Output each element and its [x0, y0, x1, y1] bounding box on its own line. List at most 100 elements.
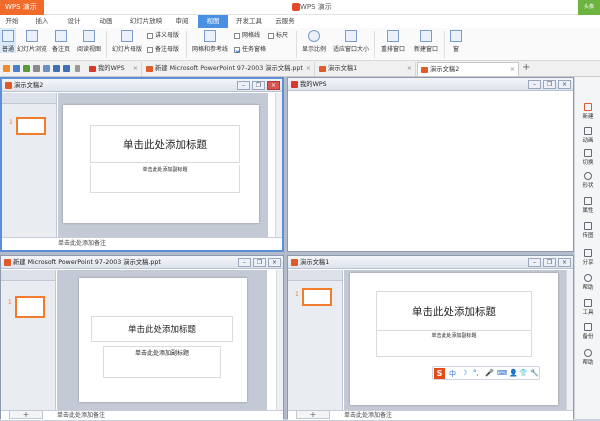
slide-canvas[interactable]: 单击此处添加标题 单击此处添加副标题: [63, 105, 259, 223]
close-button[interactable]: ×: [558, 258, 571, 267]
redo-icon[interactable]: [63, 65, 70, 72]
notes-master-button[interactable]: 备注母版: [147, 45, 179, 55]
notes-page-button[interactable]: 备注页: [50, 28, 72, 53]
vertical-scrollbar[interactable]: [276, 270, 283, 410]
subtitle-placeholder[interactable]: 单击此处添加副标题: [376, 331, 532, 357]
sidebar-upload-image[interactable]: 传图: [575, 222, 600, 239]
tab-insert[interactable]: 插入: [30, 15, 54, 28]
title-placeholder[interactable]: 单击此处添加标题: [90, 125, 240, 163]
normal-view-button[interactable]: 普通: [0, 28, 16, 53]
close-button[interactable]: ×: [268, 258, 281, 267]
tab-presentation-2[interactable]: 演示文稿2 ×: [417, 62, 519, 76]
restore-button[interactable]: ❐: [543, 80, 556, 89]
customize-toolbar-icon[interactable]: [75, 65, 80, 72]
close-button[interactable]: ×: [267, 81, 280, 90]
tab-developer[interactable]: 开发工具: [232, 15, 266, 28]
slide-sorter-button[interactable]: 幻灯片浏览: [17, 28, 47, 53]
subtitle-placeholder[interactable]: 单击此处添加副标题: [103, 346, 221, 378]
restore-button[interactable]: ❐: [543, 258, 556, 267]
minimize-button[interactable]: –: [528, 80, 541, 89]
new-tab-button[interactable]: +: [522, 62, 530, 73]
window-presentation-2[interactable]: 演示文稿2 – ❐ × 1 + 单击此处添加标题 单击此处添加副标题 单击此处添…: [0, 77, 284, 252]
vertical-scrollbar[interactable]: [275, 93, 282, 237]
gridlines-checkbox[interactable]: 网格线: [234, 31, 260, 41]
open-icon[interactable]: [3, 65, 10, 72]
slide-canvas[interactable]: 单击此处添加标题 单击此处添加副标题: [350, 273, 558, 405]
sidebar-share[interactable]: 分享: [575, 249, 600, 266]
format-painter-icon[interactable]: [43, 65, 50, 72]
tab-review[interactable]: 审阅: [170, 15, 194, 28]
window-presentation-1[interactable]: 演示文稿1 – ❐ × 1 单击此处添加标题 单击此处添加副标题 单击此处添加备…: [287, 255, 574, 420]
tab-slideshow[interactable]: 幻灯片放映: [126, 15, 166, 28]
tab-my-wps[interactable]: 我的WPS ×: [86, 62, 142, 76]
print-icon[interactable]: [23, 65, 30, 72]
sidebar-help[interactable]: 帮助: [575, 349, 600, 366]
sogou-logo-icon[interactable]: S: [434, 368, 445, 379]
vertical-scrollbar[interactable]: [566, 270, 573, 410]
punctuation-icon[interactable]: °,: [473, 369, 479, 377]
fit-window-button[interactable]: 适应窗口大小: [330, 28, 372, 53]
minimize-button[interactable]: –: [528, 258, 541, 267]
window-ppt-2003[interactable]: 新建 Microsoft PowerPoint 97-2003 演示文稿.ppt…: [0, 255, 284, 420]
undo-icon[interactable]: [53, 65, 60, 72]
minimize-button[interactable]: –: [237, 81, 250, 90]
sidebar-shapes[interactable]: 形状: [575, 172, 600, 189]
restore-button[interactable]: ❐: [252, 81, 265, 90]
chinese-mode-icon[interactable]: 中: [449, 369, 456, 379]
sidebar-properties[interactable]: 属性: [575, 197, 600, 214]
sidebar-animation[interactable]: 动画: [575, 127, 600, 144]
slide-canvas[interactable]: 单击此处添加标题 单击此处添加副标题: [79, 278, 247, 402]
sidebar-tools[interactable]: 工具: [575, 299, 600, 316]
sidebar-backup[interactable]: 备份: [575, 323, 600, 340]
add-slide-button[interactable]: +: [296, 410, 330, 419]
reading-view-button[interactable]: 阅读视图: [75, 28, 103, 53]
taskpane-checkbox[interactable]: 任务窗格: [234, 45, 266, 55]
moon-icon[interactable]: ☽: [461, 369, 467, 377]
zoom-button[interactable]: 显示比例: [299, 28, 329, 53]
tab-home[interactable]: 开始: [0, 15, 24, 28]
close-icon[interactable]: ×: [510, 63, 515, 76]
user-icon[interactable]: 👤: [509, 369, 518, 377]
new-window-button[interactable]: 新建窗口: [410, 28, 442, 53]
ruler-checkbox[interactable]: 标尺: [268, 31, 288, 41]
notes-area[interactable]: 单击此处添加备注: [2, 237, 282, 249]
subtitle-placeholder[interactable]: 单击此处添加副标题: [90, 165, 240, 193]
add-slide-button[interactable]: +: [9, 410, 43, 419]
microphone-icon[interactable]: 🎤: [485, 369, 494, 377]
sidebar-help-tips[interactable]: 帮助: [575, 274, 600, 291]
save-icon[interactable]: [13, 65, 20, 72]
slide-thumbnail[interactable]: [302, 288, 332, 306]
sidebar-transition[interactable]: 切换: [575, 149, 600, 166]
ime-toolbar[interactable]: S 中 ☽ °, 🎤 ⌨ 👤 👕 🔧: [432, 366, 540, 380]
title-placeholder[interactable]: 单击此处添加标题: [376, 291, 532, 331]
skin-icon[interactable]: 👕: [519, 369, 528, 377]
restore-button[interactable]: ❐: [253, 258, 266, 267]
close-icon[interactable]: ×: [407, 62, 412, 76]
preview-icon[interactable]: [33, 65, 40, 72]
sidebar-new[interactable]: 新建: [575, 103, 600, 120]
slide-thumbnail[interactable]: [16, 117, 46, 135]
settings-icon[interactable]: 🔧: [530, 369, 539, 377]
app-menu-button[interactable]: WPS 演示: [0, 0, 44, 15]
close-icon[interactable]: ×: [133, 62, 138, 76]
slide-editor: 单击此处添加标题 单击此处添加副标题: [344, 270, 566, 410]
tab-view[interactable]: 视图: [198, 15, 228, 28]
tab-animation[interactable]: 动画: [94, 15, 118, 28]
grid-guides-button[interactable]: 网格和参考线: [190, 28, 230, 53]
keyboard-icon[interactable]: ⌨: [497, 369, 507, 377]
slide-thumbnail[interactable]: [15, 296, 45, 318]
tab-cloud[interactable]: 云服务: [270, 15, 300, 28]
close-icon[interactable]: ×: [306, 62, 311, 76]
tab-ppt-2003[interactable]: 新建 Microsoft PowerPoint 97-2003 演示文稿.ppt…: [143, 62, 315, 76]
title-placeholder[interactable]: 单击此处添加标题: [91, 316, 233, 342]
rearrange-windows-button[interactable]: 重排窗口: [376, 28, 410, 53]
minimize-button[interactable]: –: [238, 258, 251, 267]
tab-design[interactable]: 设计: [62, 15, 86, 28]
handout-master-button[interactable]: 讲义母版: [147, 31, 179, 41]
user-avatar[interactable]: 头像: [578, 0, 600, 15]
window-my-wps[interactable]: 我的WPS – ❐ ×: [287, 77, 574, 252]
switch-window-button[interactable]: 窗: [447, 28, 465, 53]
slide-master-button[interactable]: 幻灯片母版: [110, 28, 144, 53]
tab-presentation-1[interactable]: 演示文稿1 ×: [316, 62, 416, 76]
close-button[interactable]: ×: [558, 80, 571, 89]
